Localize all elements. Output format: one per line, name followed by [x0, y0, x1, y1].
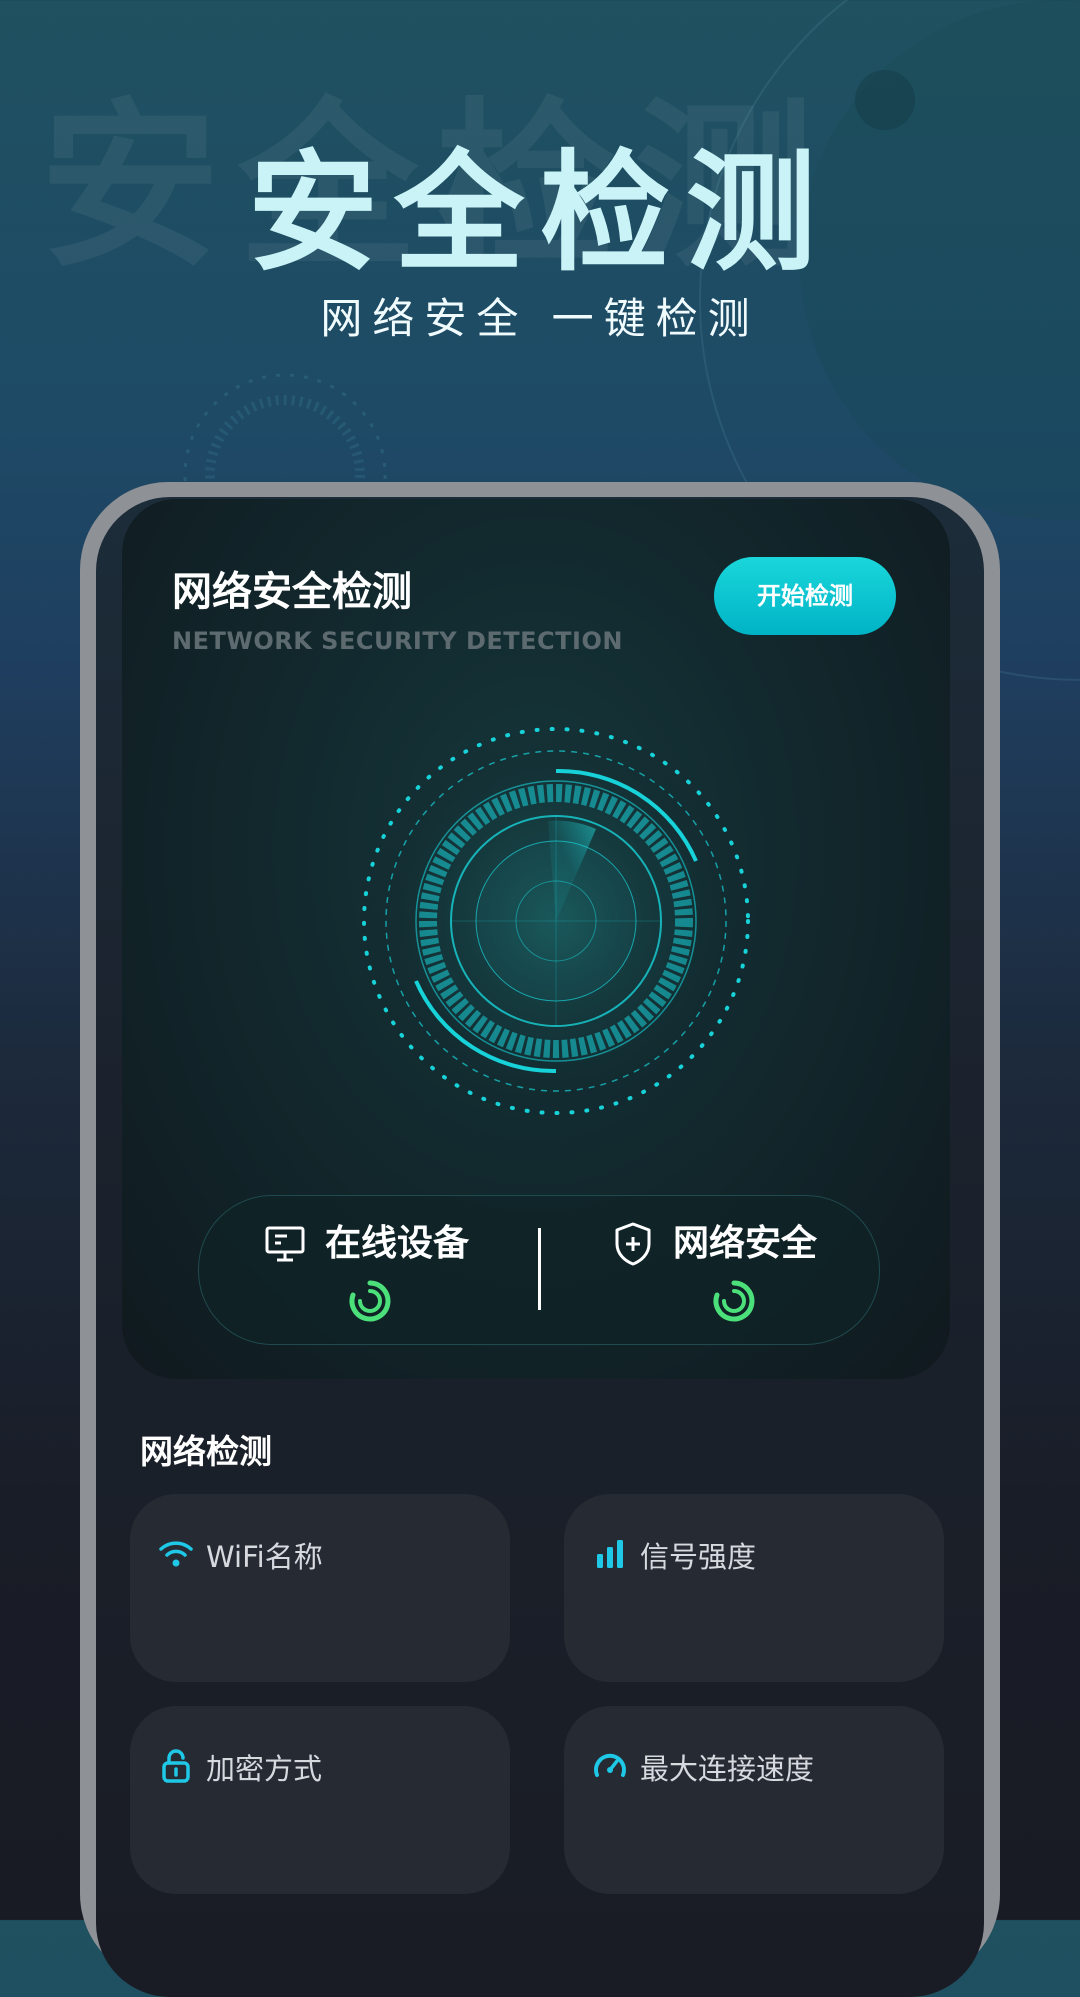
radar-scanner[interactable] — [356, 721, 756, 1121]
status-panel: 在线设备 网络安全 — [198, 1195, 880, 1345]
network-security-label: 网络安全 — [673, 1223, 818, 1264]
online-devices-status[interactable]: 在线设备 — [261, 1214, 561, 1324]
metric-card-wifi-name[interactable]: WiFi名称 — [130, 1494, 510, 1682]
online-devices-label: 在线设备 — [325, 1223, 470, 1264]
metric-label: WiFi名称 — [206, 1540, 323, 1574]
hero-subtitle: 网络安全 一键检测 — [320, 294, 760, 343]
security-scan-card: 网络安全检测 NETWORK SECURITY DETECTION 开始检测 在… — [122, 499, 950, 1379]
metric-label: 最大连接速度 — [640, 1752, 815, 1786]
phone-screen: 网络安全检测 NETWORK SECURITY DETECTION 开始检测 在… — [96, 497, 984, 1997]
hero-title: 安全检测 — [247, 137, 832, 289]
metric-card-signal-strength[interactable]: 信号强度 — [564, 1494, 944, 1682]
start-scan-button[interactable]: 开始检测 — [714, 557, 896, 635]
card-title: 网络安全检测 — [172, 569, 412, 615]
unlock-icon — [162, 1749, 190, 1783]
speedometer-icon — [594, 1753, 626, 1777]
loading-spinner-icon — [713, 1280, 755, 1322]
signal-bars-icon — [597, 1540, 623, 1568]
monitor-icon — [265, 1226, 305, 1262]
network-security-status[interactable]: 网络安全 — [609, 1214, 909, 1324]
loading-spinner-icon — [349, 1280, 391, 1322]
wifi-icon — [159, 1541, 193, 1567]
metric-label: 加密方式 — [206, 1752, 323, 1786]
shield-plus-icon — [615, 1222, 651, 1266]
status-divider — [538, 1228, 541, 1310]
metric-card-encryption[interactable]: 加密方式 — [130, 1706, 510, 1894]
metric-label: 信号强度 — [640, 1540, 757, 1574]
card-subtitle: NETWORK SECURITY DETECTION — [172, 627, 623, 655]
network-detection-title: 网络检测 — [140, 1432, 272, 1471]
metric-card-max-speed[interactable]: 最大连接速度 — [564, 1706, 944, 1894]
